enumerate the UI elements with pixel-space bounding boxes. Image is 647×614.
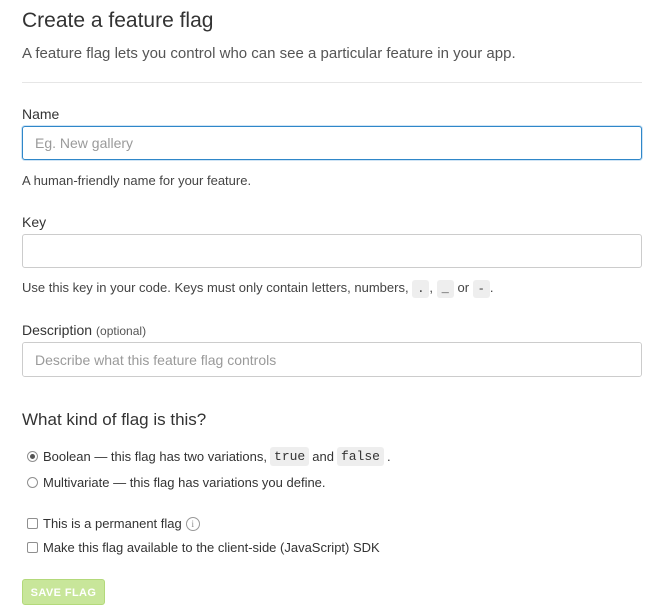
name-input[interactable] [22,126,642,160]
description-textarea[interactable] [22,342,642,377]
client-side-label: Make this flag available to the client-s… [43,540,380,555]
info-icon[interactable]: i [185,516,200,531]
boolean-radio[interactable] [27,451,38,462]
save-flag-button[interactable]: SAVE FLAG [22,579,105,605]
name-label: Name [22,106,60,122]
boolean-suffix: . [386,449,391,464]
key-label: Key [22,214,47,230]
permanent-flag-label: This is a permanent flag [43,516,182,531]
description-optional-text: (optional) [96,324,147,338]
boolean-label: Boolean — this flag has two variations, [43,449,268,464]
false-code: false [336,447,384,466]
key-help-comma: , [429,280,434,295]
page-subtitle: A feature flag lets you control who can … [22,45,516,62]
key-help-suffix: . [489,280,494,295]
key-input[interactable] [22,234,642,268]
key-char-dash: - [472,280,490,298]
key-char-dot: . [412,280,430,298]
multivariate-label: Multivariate — this flag has variations … [43,475,326,490]
page-title: Create a feature flag [22,9,214,32]
header-divider [22,82,642,83]
permanent-flag-checkbox[interactable] [27,518,38,529]
multivariate-radio[interactable] [27,477,38,488]
description-label-text: Description [22,322,93,338]
client-side-option[interactable]: Make this flag available to the client-s… [27,540,380,555]
boolean-and: and [312,449,334,464]
key-char-underscore: _ [436,280,454,298]
name-help-text: A human-friendly name for your feature. [22,173,252,188]
permanent-flag-option[interactable]: This is a permanent flag i [27,516,200,531]
key-help-text: Use this key in your code. Keys must onl… [22,280,494,298]
key-help-prefix: Use this key in your code. Keys must onl… [22,280,409,295]
boolean-option[interactable]: Boolean — this flag has two variations, … [27,447,391,466]
client-side-checkbox[interactable] [27,542,38,553]
flag-kind-title: What kind of flag is this? [22,410,207,429]
true-code: true [270,447,310,466]
key-help-or: or [457,280,470,295]
multivariate-option[interactable]: Multivariate — this flag has variations … [27,475,326,490]
description-label: Description (optional) [22,322,146,338]
